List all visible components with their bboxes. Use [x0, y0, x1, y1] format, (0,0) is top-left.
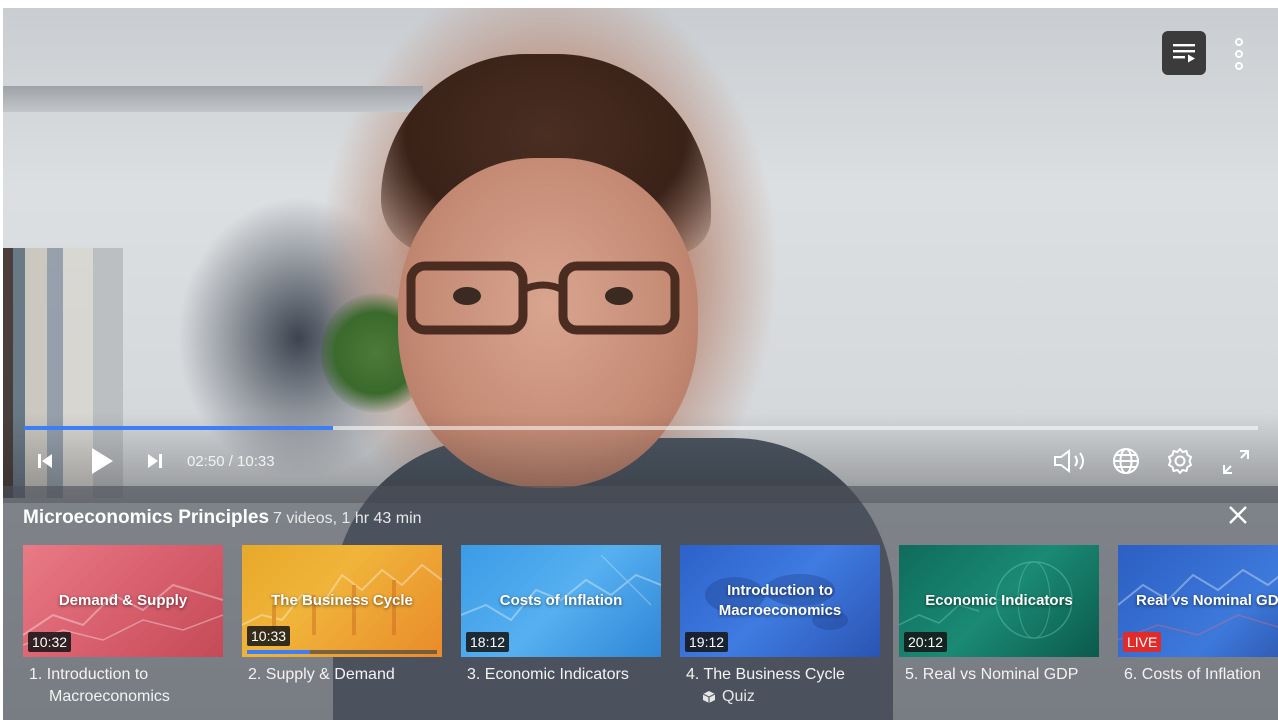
- video-label: 1. Introduction to Macroeconomics: [23, 664, 223, 708]
- more-options-button[interactable]: [1227, 36, 1251, 72]
- playlist-item[interactable]: Demand & Supply 10:32 1. Introduction to…: [23, 545, 223, 708]
- fullscreen-icon: [1223, 450, 1249, 474]
- duration-badge: 20:12: [904, 632, 948, 652]
- watch-progress-bar: [247, 650, 437, 654]
- video-label: 5. Real vs Nominal GDP: [905, 666, 1079, 683]
- video-thumbnail[interactable]: Introduction to Macroeconomics 19:12: [680, 545, 880, 657]
- playlist-item[interactable]: Real vs Nominal GDP LIVE 6. Costs of Inf…: [1118, 545, 1278, 686]
- seek-bar-fill: [24, 426, 333, 430]
- globe-icon: [1113, 448, 1139, 474]
- close-icon: [1229, 506, 1247, 524]
- close-playlist-button[interactable]: [1225, 502, 1251, 528]
- playlist-icon: [1173, 44, 1195, 63]
- duration-badge: 10:32: [28, 632, 72, 652]
- volume-button[interactable]: [1051, 446, 1091, 476]
- quiz-tag: Quiz: [680, 686, 880, 708]
- video-thumbnail[interactable]: Economic Indicators 20:12: [899, 545, 1099, 657]
- seek-bar[interactable]: [24, 426, 1258, 430]
- video-thumbnail[interactable]: Costs of Inflation 18:12: [461, 545, 661, 657]
- video-label-line2: Macroeconomics: [49, 688, 170, 705]
- video-label-line1: 1. Introduction to: [29, 666, 149, 683]
- volume-icon: [1054, 449, 1084, 473]
- playlist-item[interactable]: The Business Cycle 10:33 2. Supply & Dem…: [242, 545, 442, 686]
- duration-badge: 19:12: [685, 632, 729, 652]
- playlist-panel: Microeconomics Principles 7 videos, 1 hr…: [3, 486, 1278, 720]
- video-label: 6. Costs of Inflation: [1124, 666, 1261, 683]
- playlist-item[interactable]: Costs of Inflation 18:12 3. Economic Ind…: [461, 545, 661, 686]
- video-thumbnail[interactable]: The Business Cycle 10:33: [242, 545, 442, 657]
- video-frame-shelf: [3, 86, 423, 112]
- playlist-meta: 7 videos, 1 hr 43 min: [273, 510, 422, 527]
- live-badge: LIVE: [1123, 632, 1162, 652]
- playlist-item[interactable]: Economic Indicators 20:12 5. Real vs Nom…: [899, 545, 1099, 686]
- skip-next-icon: [148, 454, 162, 468]
- time-display: 02:50 / 10:33: [187, 453, 275, 470]
- video-frame-glasses: [406, 261, 680, 335]
- quiz-label: Quiz: [722, 688, 755, 705]
- quiz-cube-icon: [702, 691, 716, 703]
- fullscreen-button[interactable]: [1219, 446, 1253, 478]
- watch-progress-fill: [247, 650, 310, 654]
- more-vertical-icon: [1235, 38, 1243, 70]
- settings-button[interactable]: [1165, 446, 1195, 476]
- skip-previous-icon: [38, 454, 52, 468]
- video-label: 3. Economic Indicators: [467, 666, 629, 683]
- duration-badge: 10:33: [247, 626, 291, 646]
- duration-badge: 18:12: [466, 632, 510, 652]
- language-button[interactable]: [1111, 446, 1141, 476]
- video-label: 4. The Business Cycle: [686, 666, 845, 683]
- playlist-item[interactable]: Introduction to Macroeconomics 19:12 4. …: [680, 545, 880, 708]
- playlist-toggle-button[interactable]: [1162, 31, 1206, 75]
- play-icon: [92, 448, 113, 474]
- playlist-title: Microeconomics Principles: [23, 507, 270, 528]
- next-button[interactable]: [143, 450, 167, 472]
- play-button[interactable]: [87, 446, 117, 476]
- video-label: 2. Supply & Demand: [248, 666, 395, 683]
- video-thumbnail[interactable]: Demand & Supply 10:32: [23, 545, 223, 657]
- previous-button[interactable]: [33, 450, 57, 472]
- gear-icon: [1168, 448, 1192, 474]
- video-thumbnail[interactable]: Real vs Nominal GDP LIVE: [1118, 545, 1278, 657]
